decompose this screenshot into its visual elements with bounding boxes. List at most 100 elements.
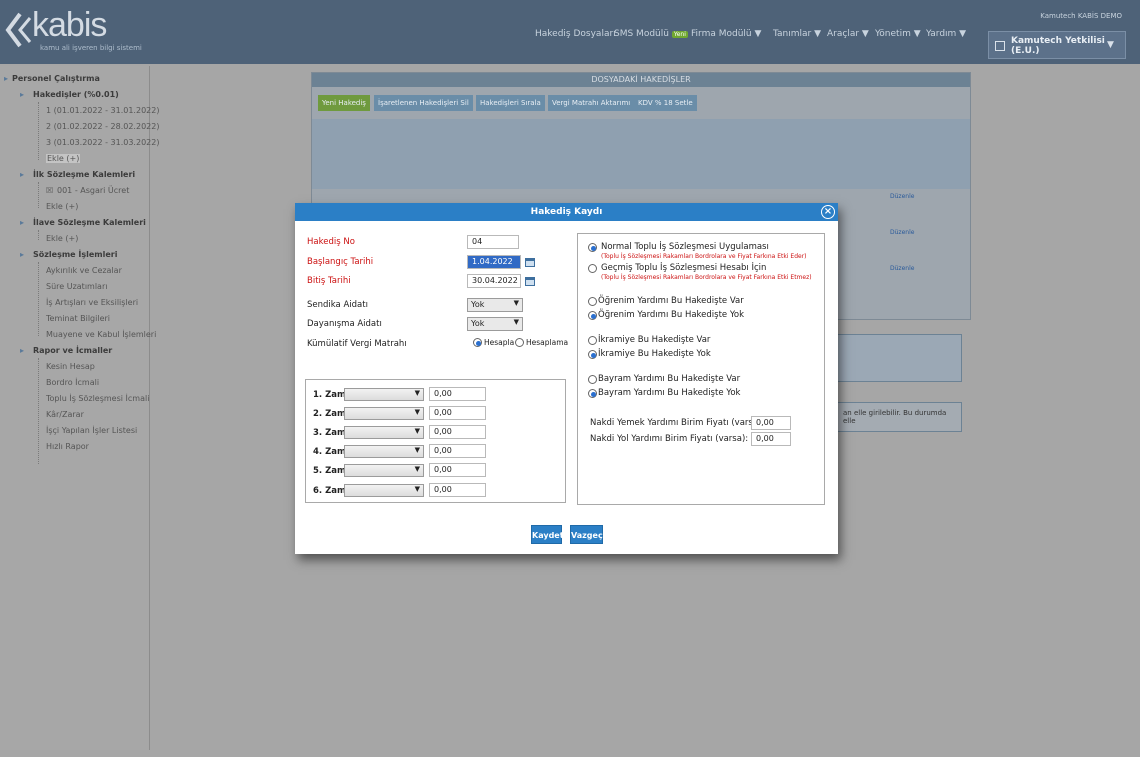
ogrenim-var-label: Öğrenim Yardımı Bu Hakedişte Var bbox=[598, 296, 744, 306]
save-button[interactable]: Kaydet bbox=[531, 525, 564, 544]
yol-input[interactable]: 0,00 bbox=[751, 432, 791, 446]
hesaplama-radio[interactable] bbox=[515, 338, 524, 347]
nav-sms-modulu[interactable]: SMS Modülü Yeni bbox=[614, 29, 688, 39]
tree-item[interactable]: Toplu İş Sözleşmesi İcmali bbox=[46, 394, 149, 403]
tree-item[interactable]: 1 (01.01.2022 - 31.01.2022) bbox=[46, 106, 159, 115]
zam-value-input[interactable]: 0,00 bbox=[429, 387, 486, 401]
ikramiye-yok-radio[interactable] bbox=[588, 350, 597, 359]
tree-expand-icon[interactable]: ▸ bbox=[4, 74, 8, 83]
calendar-icon[interactable] bbox=[525, 258, 535, 267]
start-date-label: Başlangıç Tarihi bbox=[307, 257, 374, 267]
tree-item-add[interactable]: Ekle (+) bbox=[46, 202, 78, 211]
edit-link[interactable]: Düzenle bbox=[890, 193, 914, 200]
chevron-down-icon: ▼ bbox=[513, 299, 519, 307]
tree-item-add[interactable]: Ekle (+) bbox=[46, 234, 78, 243]
ogrenim-var-radio[interactable] bbox=[588, 297, 597, 306]
zam-value-input[interactable]: 0,00 bbox=[429, 425, 486, 439]
hakedis-no-label: Hakediş No bbox=[307, 237, 355, 247]
nav-yardim[interactable]: Yardım ▼ bbox=[926, 29, 966, 39]
cancel-button[interactable]: Vazgeç bbox=[570, 525, 603, 544]
chevron-down-icon: ▼ bbox=[414, 485, 420, 493]
tree-expand-icon[interactable]: ▸ bbox=[20, 250, 24, 259]
nav-tanimlar[interactable]: Tanımlar ▼ bbox=[773, 29, 821, 39]
tree-item[interactable]: Süre Uzatımları bbox=[46, 282, 107, 291]
logo-subtitle: kamu ali işveren bilgi sistemi bbox=[40, 44, 142, 52]
end-date-label: Bitiş Tarihi bbox=[307, 276, 351, 286]
tree-item-add[interactable]: Ekle (+) bbox=[46, 154, 81, 163]
tax-transfer-button[interactable]: Vergi Matrahı Aktarımı bbox=[548, 95, 635, 111]
tis-gecmis-note: (Toplu İş Sözleşmesi Rakamları Bordrolar… bbox=[601, 274, 812, 281]
ogrenim-yok-radio[interactable] bbox=[588, 311, 597, 320]
tree-group-rapor[interactable]: Rapor ve İcmaller bbox=[33, 346, 112, 355]
tree-expand-icon[interactable]: ▸ bbox=[20, 170, 24, 179]
tree-item[interactable]: Hızlı Rapor bbox=[46, 442, 89, 451]
bayram-yok-radio[interactable] bbox=[588, 389, 597, 398]
dayanisma-label: Dayanışma Aidatı bbox=[307, 319, 382, 329]
tree-group-sozlesme-islemleri[interactable]: Sözleşme İşlemleri bbox=[33, 250, 118, 259]
nav-yonetim[interactable]: Yönetim ▼ bbox=[875, 29, 921, 39]
dayanisma-select[interactable]: Yok ▼ bbox=[467, 317, 523, 331]
chevron-down-icon: ▼ bbox=[1107, 40, 1114, 50]
zam-value-input[interactable]: 0,00 bbox=[429, 406, 486, 420]
tree-root[interactable]: Personel Çalıştırma bbox=[12, 74, 100, 83]
zam-select[interactable]: ▼ bbox=[344, 426, 424, 439]
tree-item[interactable]: İş Artışları ve Eksilişleri bbox=[46, 298, 138, 307]
edit-link[interactable]: Düzenle bbox=[890, 265, 914, 272]
tree-item[interactable]: İşçi Yapılan İşler Listesi bbox=[46, 426, 137, 435]
tree-item[interactable]: 3 (01.03.2022 - 31.03.2022) bbox=[46, 138, 159, 147]
tree-group-hakedisler[interactable]: Hakedişler (%0.01) bbox=[33, 90, 119, 99]
ikramiye-var-radio[interactable] bbox=[588, 336, 597, 345]
bayram-yok-label: Bayram Yardımı Bu Hakedişte Yok bbox=[598, 388, 741, 398]
new-badge: Yeni bbox=[671, 31, 688, 38]
tis-gecmis-label: Geçmiş Toplu İş Sözleşmesi Hesabı İçin bbox=[601, 263, 767, 273]
zam-select[interactable]: ▼ bbox=[344, 464, 424, 477]
delete-selected-button[interactable]: İşaretlenen Hakedişleri Sil bbox=[374, 95, 473, 111]
close-icon[interactable]: × bbox=[821, 205, 835, 219]
checkbox-icon[interactable]: ☒ bbox=[46, 186, 53, 195]
edit-link[interactable]: Düzenle bbox=[890, 229, 914, 236]
tree-item[interactable]: Bordro İcmali bbox=[46, 378, 99, 387]
tree-item[interactable]: Muayene ve Kabul İşlemleri bbox=[46, 330, 156, 339]
zam-select[interactable]: ▼ bbox=[344, 445, 424, 458]
zam-value-input[interactable]: 0,00 bbox=[429, 444, 486, 458]
nav-firma-modulu[interactable]: Firma Modülü ▼ bbox=[691, 29, 761, 39]
tree-item[interactable]: Kesin Hesap bbox=[46, 362, 95, 371]
zam-select[interactable]: ▼ bbox=[344, 484, 424, 497]
zam-value-input[interactable]: 0,00 bbox=[429, 483, 486, 497]
zam-select[interactable]: ▼ bbox=[344, 407, 424, 420]
sendika-label: Sendika Aidatı bbox=[307, 300, 368, 310]
kdv-set-button[interactable]: KDV % 18 Setle bbox=[634, 95, 697, 111]
tree-expand-icon[interactable]: ▸ bbox=[20, 346, 24, 355]
tree-expand-icon[interactable]: ▸ bbox=[20, 218, 24, 227]
nav-araclar[interactable]: Araçlar ▼ bbox=[827, 29, 869, 39]
sort-button[interactable]: Hakedişleri Sırala bbox=[476, 95, 545, 111]
end-date-input[interactable]: 30.04.2022 bbox=[467, 274, 521, 288]
sendika-select[interactable]: Yok ▼ bbox=[467, 298, 523, 312]
tree-item[interactable]: Teminat Bilgileri bbox=[46, 314, 110, 323]
zam-value-input[interactable]: 0,00 bbox=[429, 463, 486, 477]
chevron-down-icon: ▼ bbox=[513, 318, 519, 326]
new-hakedis-button[interactable]: Yeni Hakediş bbox=[318, 95, 370, 111]
user-menu[interactable]: Kamutech Yetkilisi (E.U.) ▼ bbox=[988, 31, 1126, 59]
tis-normal-label: Normal Toplu İş Sözleşmesi Uygulaması bbox=[601, 242, 769, 252]
start-date-input[interactable]: 1.04.2022 bbox=[467, 255, 521, 269]
hakedis-no-input[interactable]: 04 bbox=[467, 235, 519, 249]
bayram-var-radio[interactable] bbox=[588, 375, 597, 384]
tree-group-ilk-sozlesme[interactable]: İlk Sözleşme Kalemleri bbox=[33, 170, 135, 179]
tree-item[interactable]: Kâr/Zarar bbox=[46, 410, 84, 419]
tis-normal-radio[interactable] bbox=[588, 243, 597, 252]
yemek-input[interactable]: 0,00 bbox=[751, 416, 791, 430]
hesapla-radio[interactable] bbox=[473, 338, 482, 347]
kabis-logo-icon bbox=[5, 12, 32, 48]
row-actions[interactable]: Düzenle bbox=[890, 193, 914, 201]
calendar-icon[interactable] bbox=[525, 277, 535, 286]
tree-item[interactable]: 2 (01.02.2022 - 28.02.2022) bbox=[46, 122, 159, 131]
hakedis-kaydi-dialog: Hakediş Kaydı × Hakediş No 04 Başlangıç … bbox=[295, 203, 838, 554]
tree-item[interactable]: 001 - Asgari Ücret bbox=[57, 186, 129, 195]
zam-select[interactable]: ▼ bbox=[344, 388, 424, 401]
tree-group-ilave-sozlesme[interactable]: İlave Sözleşme Kalemleri bbox=[33, 218, 146, 227]
nav-hakedis-dosyalari[interactable]: Hakediş Dosyaları bbox=[535, 29, 616, 39]
tis-gecmis-radio[interactable] bbox=[588, 264, 597, 273]
tree-item[interactable]: Aykırılık ve Cezalar bbox=[46, 266, 122, 275]
tree-expand-icon[interactable]: ▸ bbox=[20, 90, 24, 99]
